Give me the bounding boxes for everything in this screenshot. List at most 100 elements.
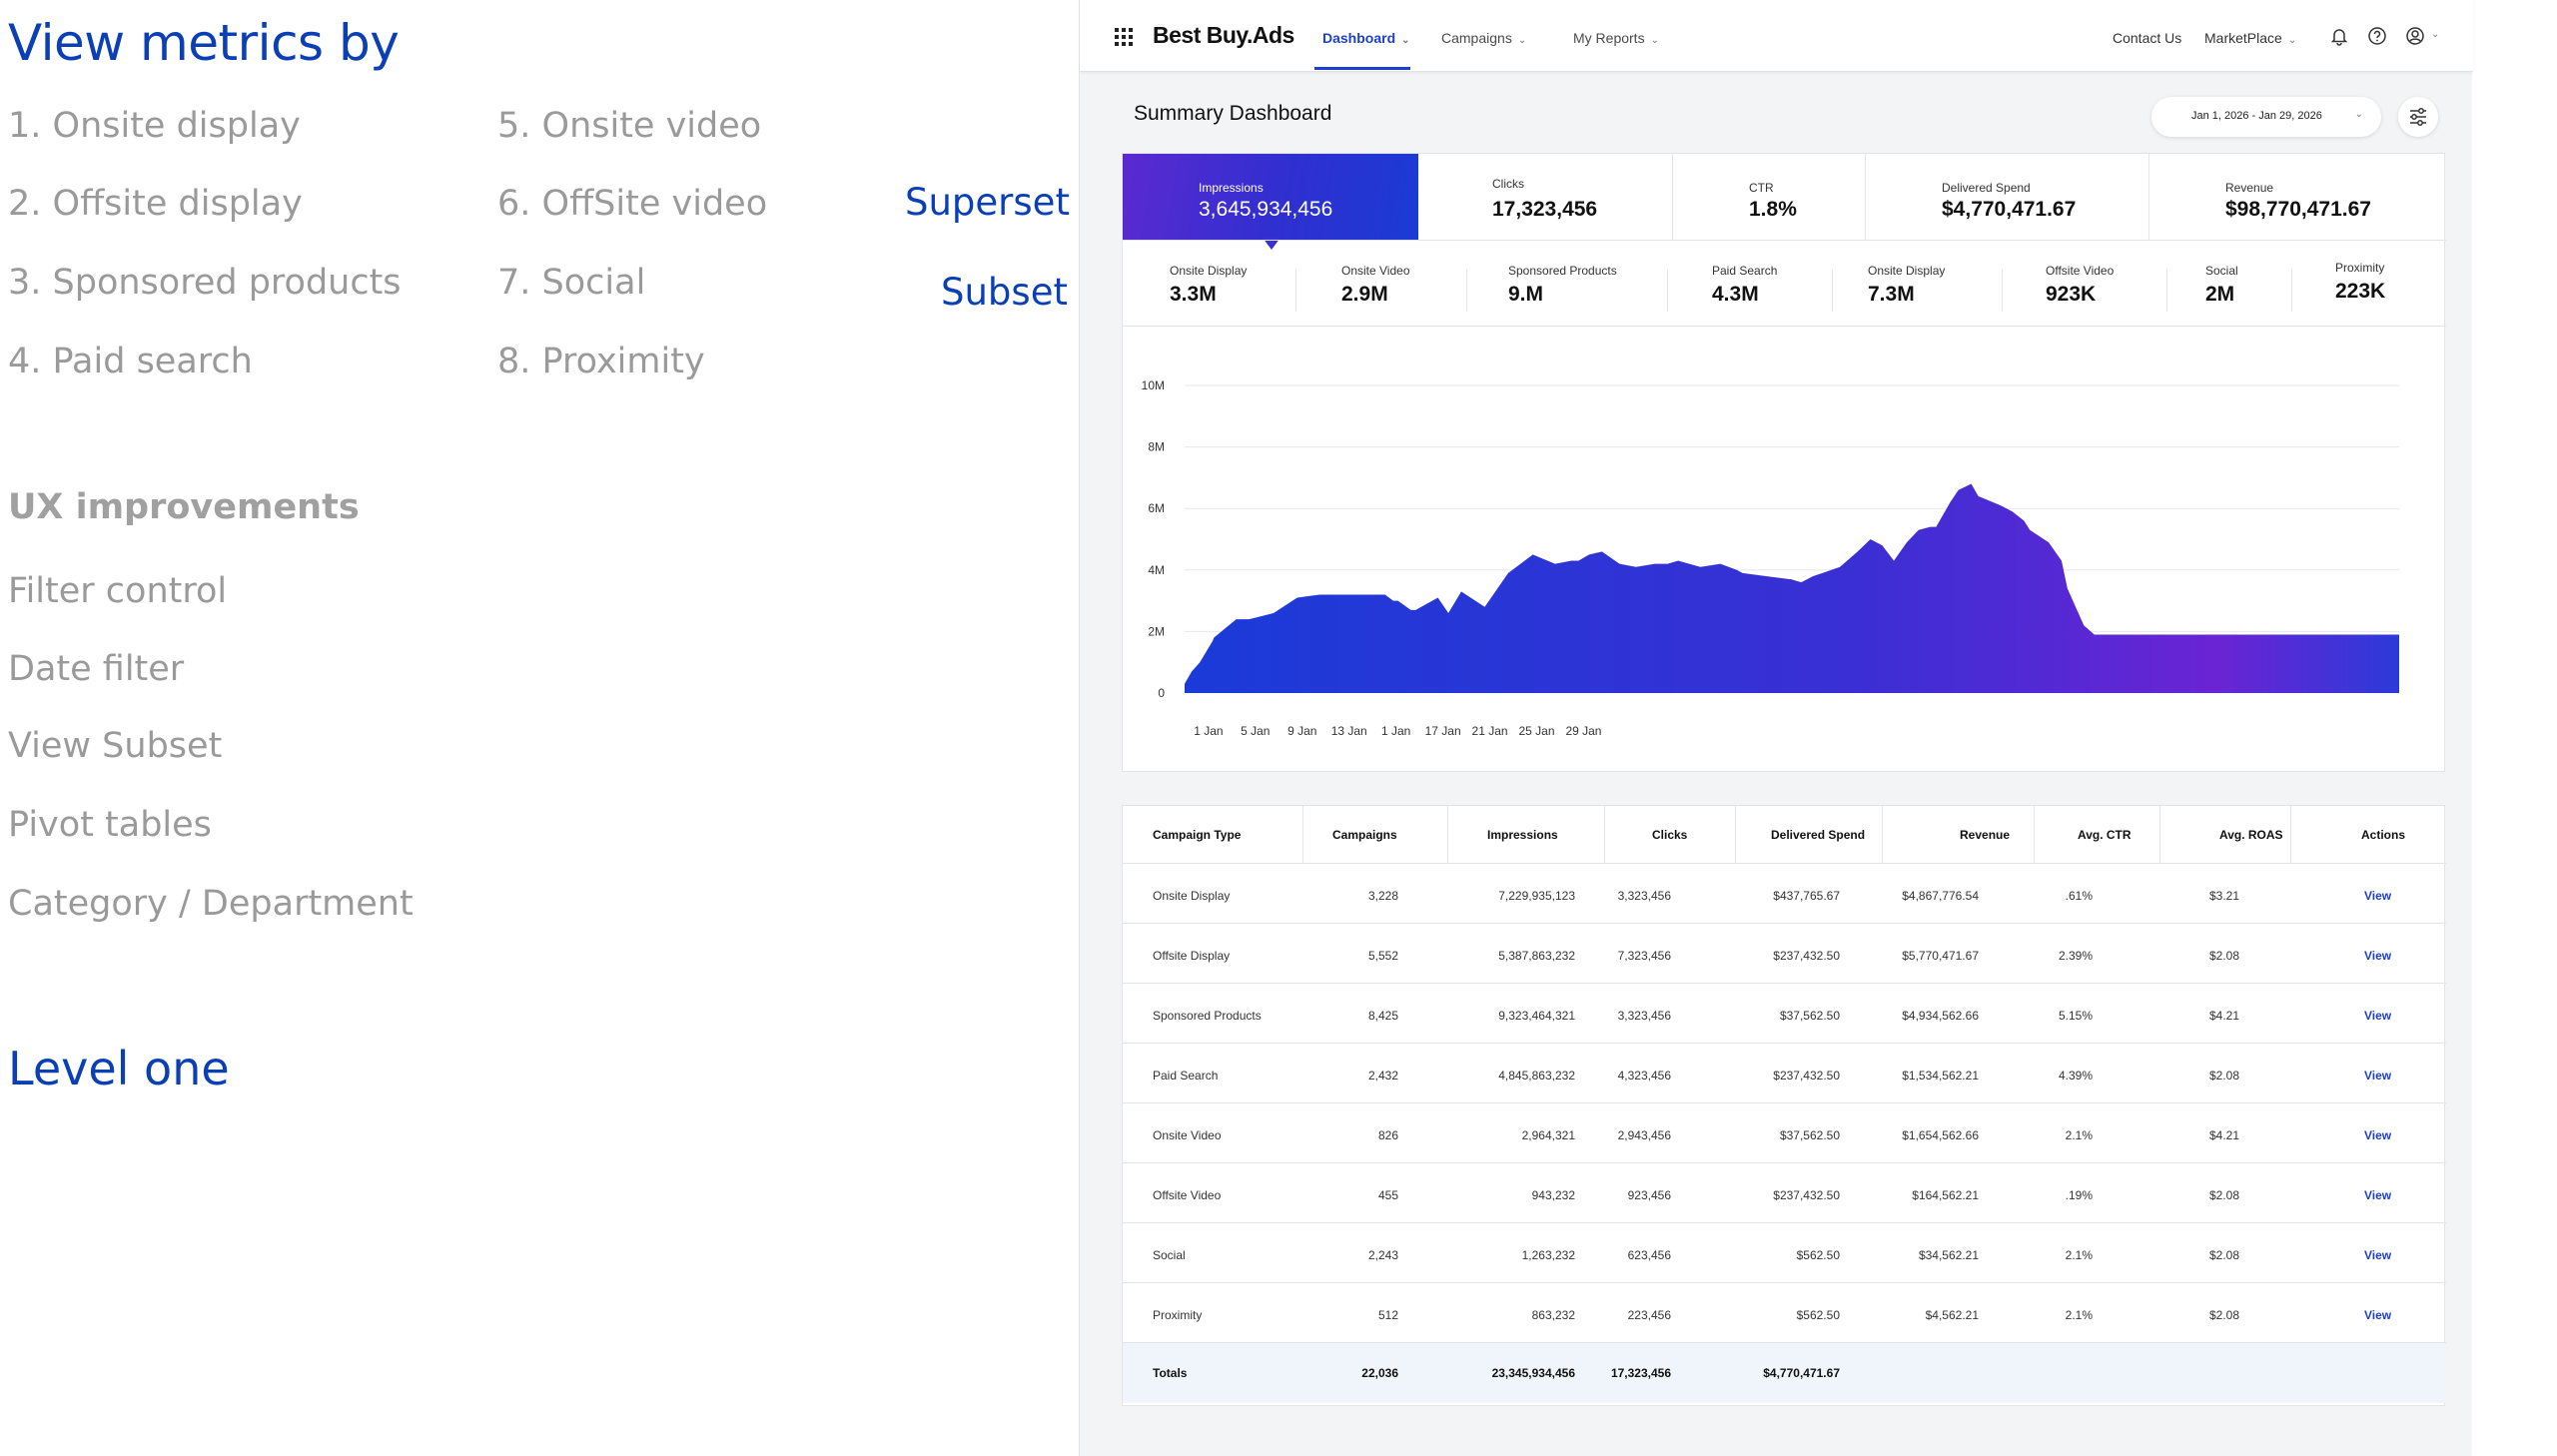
table-cell: 2.1%: [2065, 1248, 2093, 1262]
table-cell: $237,432.50: [1773, 1188, 1840, 1202]
kpi-value: $4,770,471.67: [1942, 198, 2077, 221]
view-link[interactable]: View: [2364, 889, 2391, 903]
subset-offsite-video[interactable]: Offsite Video 923K: [2046, 264, 2114, 307]
table-cell: 826: [1377, 1128, 1398, 1142]
table-cell: $437,765.67: [1773, 889, 1840, 903]
table-row: Proximity 512 863,232 223,456 $562.50 $4,562.…: [1123, 1283, 2446, 1343]
subset-onsite-display-2[interactable]: Onsite Display 7.3M: [1868, 264, 1945, 307]
table-row: Offsite Video 455 943,232 923,456 $237,432.5…: [1123, 1163, 2446, 1223]
view-link[interactable]: View: [2364, 1248, 2391, 1262]
metric-item: 8. Proximity: [497, 342, 705, 381]
campaign-table: Campaign Type Campaigns Impressions Clicks D…: [1122, 805, 2446, 1406]
table-cell: 5.15%: [2058, 1009, 2093, 1023]
table-cell: 923,456: [1627, 1188, 1671, 1202]
table-cell: .61%: [2065, 889, 2093, 903]
x-tick-label: 25 Jan: [1519, 724, 1555, 738]
impressions-area-chart: 0 2M 4M 6M 8M 10M 1 Jan 5 Jan 9 Jan 13 Jan 1 Jan 17…: [1142, 378, 2399, 738]
app-grid-icon[interactable]: [1115, 28, 1133, 46]
active-tab-indicator: [1314, 67, 1410, 70]
level-label: Level one: [8, 1042, 230, 1095]
contact-us-link[interactable]: Contact Us: [2113, 30, 2181, 46]
view-link[interactable]: View: [2364, 1308, 2391, 1322]
subset-onsite-video[interactable]: Onsite Video 2.9M: [1341, 264, 1410, 307]
table-cell: Offsite Video: [1153, 1188, 1222, 1202]
kpi-clicks[interactable]: Clicks 17,323,456: [1418, 154, 1673, 240]
column-header[interactable]: Avg. CTR: [2078, 828, 2131, 842]
divider: [1466, 270, 1467, 312]
nav-my-reports[interactable]: My Reports ⌄: [1573, 30, 1659, 46]
subset-paid-search[interactable]: Paid Search 4.3M: [1712, 264, 1777, 307]
date-filter[interactable]: Jan 1, 2026 - Jan 29, 2026 ⌄: [2151, 97, 2381, 137]
top-nav-bar: Best Buy.Ads Dashboard ⌄ Campaigns ⌄ My Re…: [1080, 0, 2473, 72]
account-icon[interactable]: [2404, 25, 2426, 47]
column-header[interactable]: Revenue: [1960, 828, 2010, 842]
column-header[interactable]: Clicks: [1652, 828, 1687, 842]
nav-campaigns[interactable]: Campaigns ⌄: [1441, 30, 1526, 46]
y-tick-label: 8M: [1148, 440, 1165, 454]
table-cell: $2.08: [2208, 1248, 2239, 1262]
help-icon[interactable]: [2366, 25, 2388, 47]
table-cell: 4,323,456: [1617, 1069, 1671, 1083]
bell-icon[interactable]: [2328, 25, 2350, 47]
x-tick-label: 1 Jan: [1381, 724, 1410, 738]
total-cell: 22,036: [1361, 1366, 1398, 1380]
column-divider: [2034, 806, 2035, 864]
subset-value: 3.3M: [1170, 283, 1217, 306]
chevron-down-icon: ⌄: [2287, 35, 2297, 46]
chevron-down-icon: ⌄: [1517, 35, 1527, 46]
nav-dashboard[interactable]: Dashboard ⌄: [1322, 30, 1410, 46]
metric-item: 6. OffSite video: [497, 184, 768, 224]
ux-heading: UX improvements: [8, 487, 360, 527]
brand-logo[interactable]: Best Buy.Ads: [1153, 22, 1294, 49]
table-cell: $37,562.50: [1779, 1128, 1840, 1142]
table-header-row: Campaign Type Campaigns Impressions Clicks D…: [1123, 806, 2446, 864]
table-cell: .19%: [2065, 1188, 2093, 1202]
column-header[interactable]: Actions: [2361, 828, 2405, 842]
table-cell: $4.21: [2208, 1128, 2239, 1142]
divider: [2002, 270, 2003, 312]
nav-label: Campaigns: [1441, 30, 1512, 46]
view-link[interactable]: View: [2364, 1009, 2391, 1023]
column-header[interactable]: Impressions: [1487, 828, 1558, 842]
kpi-label: Revenue: [2225, 181, 2274, 195]
table-cell: $562.50: [1796, 1308, 1840, 1322]
view-link[interactable]: View: [2364, 1069, 2391, 1083]
marketplace-menu[interactable]: MarketPlace ⌄: [2204, 30, 2296, 46]
column-divider: [1882, 806, 1883, 864]
table-cell: 623,456: [1627, 1248, 1671, 1262]
kpi-value: 3,645,934,456: [1199, 198, 1333, 221]
kpi-impressions[interactable]: Impressions 3,645,934,456: [1123, 154, 1418, 240]
chevron-down-icon: ⌄: [1401, 35, 1410, 46]
table-row: Social 2,243 1,263,232 623,456 $562.50 $34,56…: [1123, 1223, 2446, 1283]
table-cell: Social: [1153, 1248, 1186, 1262]
chevron-down-icon[interactable]: ⌄: [2431, 29, 2439, 40]
subset-proximity[interactable]: Proximity 223K: [2335, 261, 2385, 304]
column-header[interactable]: Campaigns: [1332, 828, 1397, 842]
filter-control-button[interactable]: [2398, 97, 2438, 137]
kpi-value: 17,323,456: [1492, 198, 1598, 221]
subset-label: Onsite Display: [1170, 264, 1248, 278]
view-link[interactable]: View: [2364, 949, 2391, 963]
kpi-delivered-spend[interactable]: Delivered Spend $4,770,471.67: [1866, 154, 2149, 240]
marketplace-label: MarketPlace: [2204, 30, 2282, 46]
ux-item: Category / Department: [8, 884, 414, 924]
subset-sponsored-products[interactable]: Sponsored Products 9.M: [1508, 264, 1617, 307]
table-cell: 223,456: [1627, 1308, 1671, 1322]
column-header[interactable]: Delivered Spend: [1771, 828, 1865, 842]
table-cell: $3.21: [2208, 889, 2239, 903]
table-cell: 2,432: [1367, 1069, 1398, 1083]
view-link[interactable]: View: [2364, 1188, 2391, 1202]
subset-label: Offsite Video: [2046, 264, 2115, 278]
table-cell: 8,425: [1367, 1009, 1398, 1023]
ux-item: Filter control: [8, 571, 228, 611]
kpi-revenue[interactable]: Revenue $98,770,471.67: [2149, 154, 2446, 240]
column-header[interactable]: Avg. ROAS: [2219, 828, 2283, 842]
subset-social[interactable]: Social 2M: [2205, 264, 2238, 307]
x-tick-label: 13 Jan: [1331, 724, 1367, 738]
kpi-ctr[interactable]: CTR 1.8%: [1673, 154, 1866, 240]
subset-onsite-display[interactable]: Onsite Display 3.3M: [1170, 264, 1247, 307]
subset-value: 2.9M: [1341, 283, 1388, 306]
column-header[interactable]: Campaign Type: [1153, 828, 1241, 842]
view-link[interactable]: View: [2364, 1128, 2391, 1142]
total-cell: 17,323,456: [1610, 1366, 1671, 1380]
